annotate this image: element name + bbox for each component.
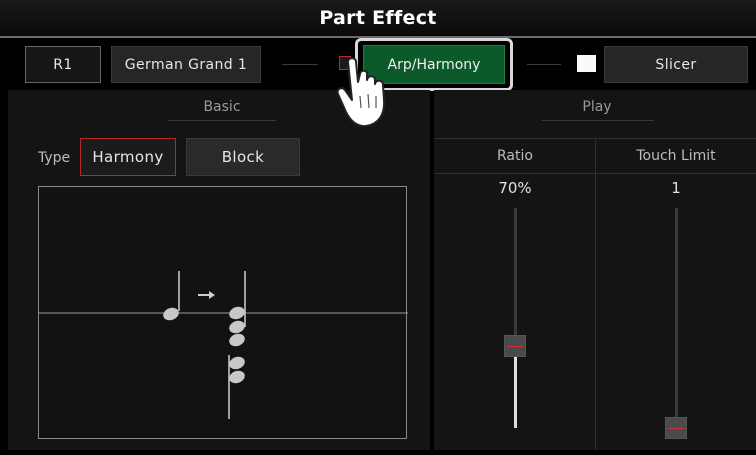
link-line — [527, 64, 561, 65]
section-underline — [168, 120, 276, 121]
notation-diagram — [39, 271, 408, 419]
ratio-slider-fill — [514, 346, 517, 428]
touch-limit-slider-thumb[interactable] — [665, 417, 687, 439]
ratio-slider-thumb[interactable] — [504, 335, 526, 358]
page-title: Part Effect — [319, 7, 437, 29]
hand-pointer-icon — [336, 57, 386, 128]
part-button[interactable]: R1 — [25, 46, 101, 83]
touch-limit-header: Touch Limit — [636, 148, 716, 164]
type-label: Type — [38, 150, 71, 166]
basic-section-label: Basic — [203, 99, 241, 115]
section-underline — [542, 120, 654, 121]
type-option-harmony[interactable]: Harmony — [80, 138, 176, 176]
link-line — [282, 64, 318, 65]
title-bar: Part Effect — [0, 0, 756, 38]
harmony-preview — [38, 186, 408, 439]
music-note-icon — [163, 271, 180, 321]
play-section-label: Play — [582, 99, 612, 115]
touch-limit-value: 1 — [671, 179, 681, 197]
touch-limit-slider-track[interactable] — [675, 208, 678, 428]
ratio-value: 70% — [498, 179, 532, 197]
type-option-block[interactable]: Block — [186, 138, 300, 176]
slicer-toggle[interactable] — [577, 55, 596, 72]
ratio-header: Ratio — [497, 148, 533, 164]
chord-notes-icon — [228, 271, 246, 419]
slicer-button[interactable]: Slicer — [604, 46, 748, 83]
arrow-right-icon — [198, 291, 215, 299]
voice-button[interactable]: German Grand 1 — [111, 46, 261, 83]
